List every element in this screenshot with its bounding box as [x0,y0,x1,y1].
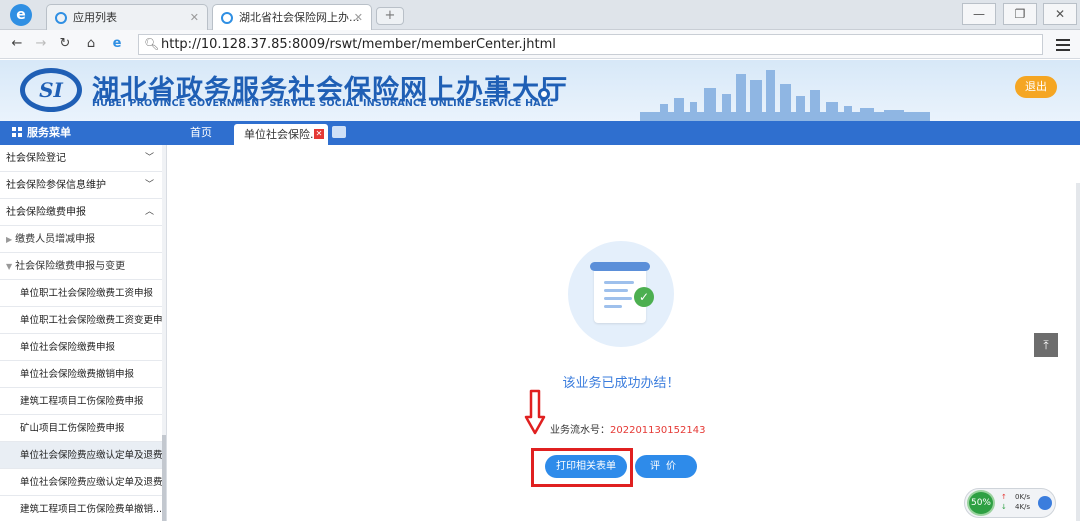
city-skyline-image [640,70,930,121]
main-content: ✓ 该业务已成功办结！ 业务流水号：202201130152143 打印相关表单… [168,145,1080,521]
network-speed-widget[interactable]: 50% ↑ ↓ 0K/s 4K/s [964,488,1056,518]
doc-line [604,281,634,284]
close-icon[interactable]: ✕ [314,129,324,139]
close-icon[interactable]: ✕ [354,5,363,31]
rate-button[interactable]: 评价 [635,455,697,478]
serial-label: 业务流水号： [550,425,610,436]
sidebar-item-payment-declaration[interactable]: 社会保险缴费申报 ︿ [0,199,166,226]
sidebar-item-label: 矿山项目工伤保险费申报 [20,423,125,434]
serial-number-row: 业务流水号：202201130152143 [550,421,705,436]
ie-icon [221,12,233,24]
sidebar-item[interactable]: 单位职工社会保险缴费工资变更申报 [0,307,166,334]
doc-line [604,289,628,292]
sidebar-item-label: 单位社会保险费应缴认定单及退费单... [20,477,166,488]
tab-overflow-icon[interactable] [332,126,346,138]
sidebar-item-registration[interactable]: 社会保险登记 ﹀ [0,145,166,172]
chevron-up-icon: ︿ [144,207,154,217]
tab-home[interactable]: 首页 [190,121,212,145]
sidebar-item-label: 社会保险缴费申报与变更 [15,261,126,272]
tab-label: 单位社会保险... [244,128,321,141]
arrow-down-icon [524,389,546,435]
search-icon: 🔍︎ [144,37,160,51]
sidebar-item-label: 社会保险缴费申报 [6,207,86,218]
minimize-button[interactable]: — [962,3,996,25]
site-subtitle: HUBEI PROVINCE GOVERNMENT SERVICE SOCIAL… [92,98,554,109]
sidebar-item-info-maintenance[interactable]: 社会保险参保信息维护 ﹀ [0,172,166,199]
browser-menu-icon[interactable] [1056,36,1070,52]
scrollbar-thumb[interactable] [162,435,166,521]
close-icon[interactable]: ✕ [190,5,199,31]
nav-bar: 服务菜单 首页 单位社会保险... ✕ [0,121,1080,145]
main-scrollbar[interactable] [1076,183,1080,521]
sidebar-item[interactable]: 单位社会保险缴费撤销申报 [0,361,166,388]
ie-mode-icon[interactable]: e [108,35,126,53]
doc-line [604,305,622,308]
back-icon[interactable]: ← [8,35,26,53]
sidebar-scrollbar[interactable] [162,145,166,521]
scroll-roll [590,262,650,271]
social-insurance-logo: SI [20,68,82,112]
sidebar-item-label: 单位社会保险缴费撤销申报 [20,369,135,380]
accelerate-icon[interactable] [1038,496,1052,510]
service-menu-label: 服务菜单 [27,126,71,139]
sidebar-item-label: 社会保险参保信息维护 [6,180,106,191]
site-header: SI 湖北省政务服务社会保险网上办事大厅 HUBEI PROVINCE GOVE… [0,60,1080,121]
caret-right-icon: ▶ [6,235,13,244]
address-bar: ← → ↻ ⌂ e 🔍︎ http://10.128.37.85:8009/rs… [0,30,1080,59]
sidebar-item-staff-change[interactable]: ▶ 缴费人员增减申报 [0,226,166,253]
net-speed: 0K/s 4K/s [1015,492,1030,512]
sidebar-item-label: 缴费人员增减申报 [15,234,96,245]
sidebar-item-label: 建筑工程项目工伤保险费单撤销... [20,504,163,515]
success-illustration: ✓ [568,241,674,347]
url-text: http://10.128.37.85:8009/rswt/member/mem… [161,37,556,52]
url-input[interactable]: 🔍︎ http://10.128.37.85:8009/rswt/member/… [138,34,1043,55]
restore-button[interactable]: ❐ [1003,3,1037,25]
back-to-top-button[interactable]: ⤒ [1034,333,1058,357]
chevron-down-icon: ﹀ [144,153,154,163]
grid-icon [12,127,22,137]
check-icon: ✓ [634,287,654,307]
close-window-button[interactable]: ✕ [1043,3,1077,25]
upload-speed: 0K/s [1015,493,1031,501]
serial-number: 202201130152143 [610,425,706,436]
net-gauge: 50% [967,490,995,516]
browser-tabstrip: e 应用列表 ✕ 湖北省社会保险网上办... ✕ + — ❐ ✕ [0,0,1080,30]
browser-tab-label: 应用列表 [73,11,117,24]
download-speed: 4K/s [1015,503,1031,511]
ie-icon [55,12,67,24]
sidebar-item-label: 社会保险登记 [6,153,66,164]
new-tab-button[interactable]: + [376,7,404,25]
doc-line [604,297,632,300]
browser-logo-icon[interactable]: e [10,4,32,26]
sidebar-item[interactable]: 单位社会保险缴费申报 [0,334,166,361]
sidebar-item-label: 单位职工社会保险缴费工资申报 [20,288,154,299]
sidebar-item-label: 单位社会保险缴费申报 [20,342,116,353]
sidebar-item[interactable]: 矿山项目工伤保险费申报 [0,415,166,442]
service-menu-title: 服务菜单 [12,121,71,145]
sidebar-item-label: 建筑工程项目工伤保险费申报 [20,396,144,407]
sidebar-item-declaration-change[interactable]: ▼ 社会保险缴费申报与变更 [0,253,166,280]
chevron-down-icon: ﹀ [144,180,154,190]
sidebar-item[interactable]: 建筑工程项目工伤保险费申报 [0,388,166,415]
sidebar-item-label: 单位职工社会保险缴费工资变更申报 [20,315,166,326]
tab-unit-social-insurance[interactable]: 单位社会保险... ✕ [234,124,328,145]
sidebar-item[interactable]: 建筑工程项目工伤保险费单撤销... [0,496,166,521]
sidebar-item[interactable]: 单位社会保险费应缴认定单及退费单... [0,469,166,496]
print-forms-button[interactable]: 打印相关表单 [545,455,627,478]
sidebar-item[interactable]: 单位职工社会保险缴费工资申报 [0,280,166,307]
reload-icon[interactable]: ↻ [56,35,74,53]
home-icon[interactable]: ⌂ [82,35,100,53]
sidebar-item-label: 单位社会保险费应缴认定单及退费单... [20,450,166,461]
sidebar-menu: 社会保险登记 ﹀ 社会保险参保信息维护 ﹀ 社会保险缴费申报 ︿ ▶ 缴费人员增减… [0,145,167,521]
logout-button[interactable]: 退出 [1015,76,1057,98]
caret-down-icon: ▼ [6,262,13,271]
sidebar-item-selected[interactable]: 单位社会保险费应缴认定单及退费单... [0,442,166,469]
browser-tab-label: 湖北省社会保险网上办... [239,11,360,24]
browser-tab-active[interactable]: 湖北省社会保险网上办... ✕ [212,4,372,30]
browser-tab-app-list[interactable]: 应用列表 ✕ [46,4,208,30]
up-down-arrow-icon: ↑ ↓ [1001,493,1007,511]
success-message: 该业务已成功办结！ [562,376,680,391]
forward-icon[interactable]: → [32,35,50,53]
